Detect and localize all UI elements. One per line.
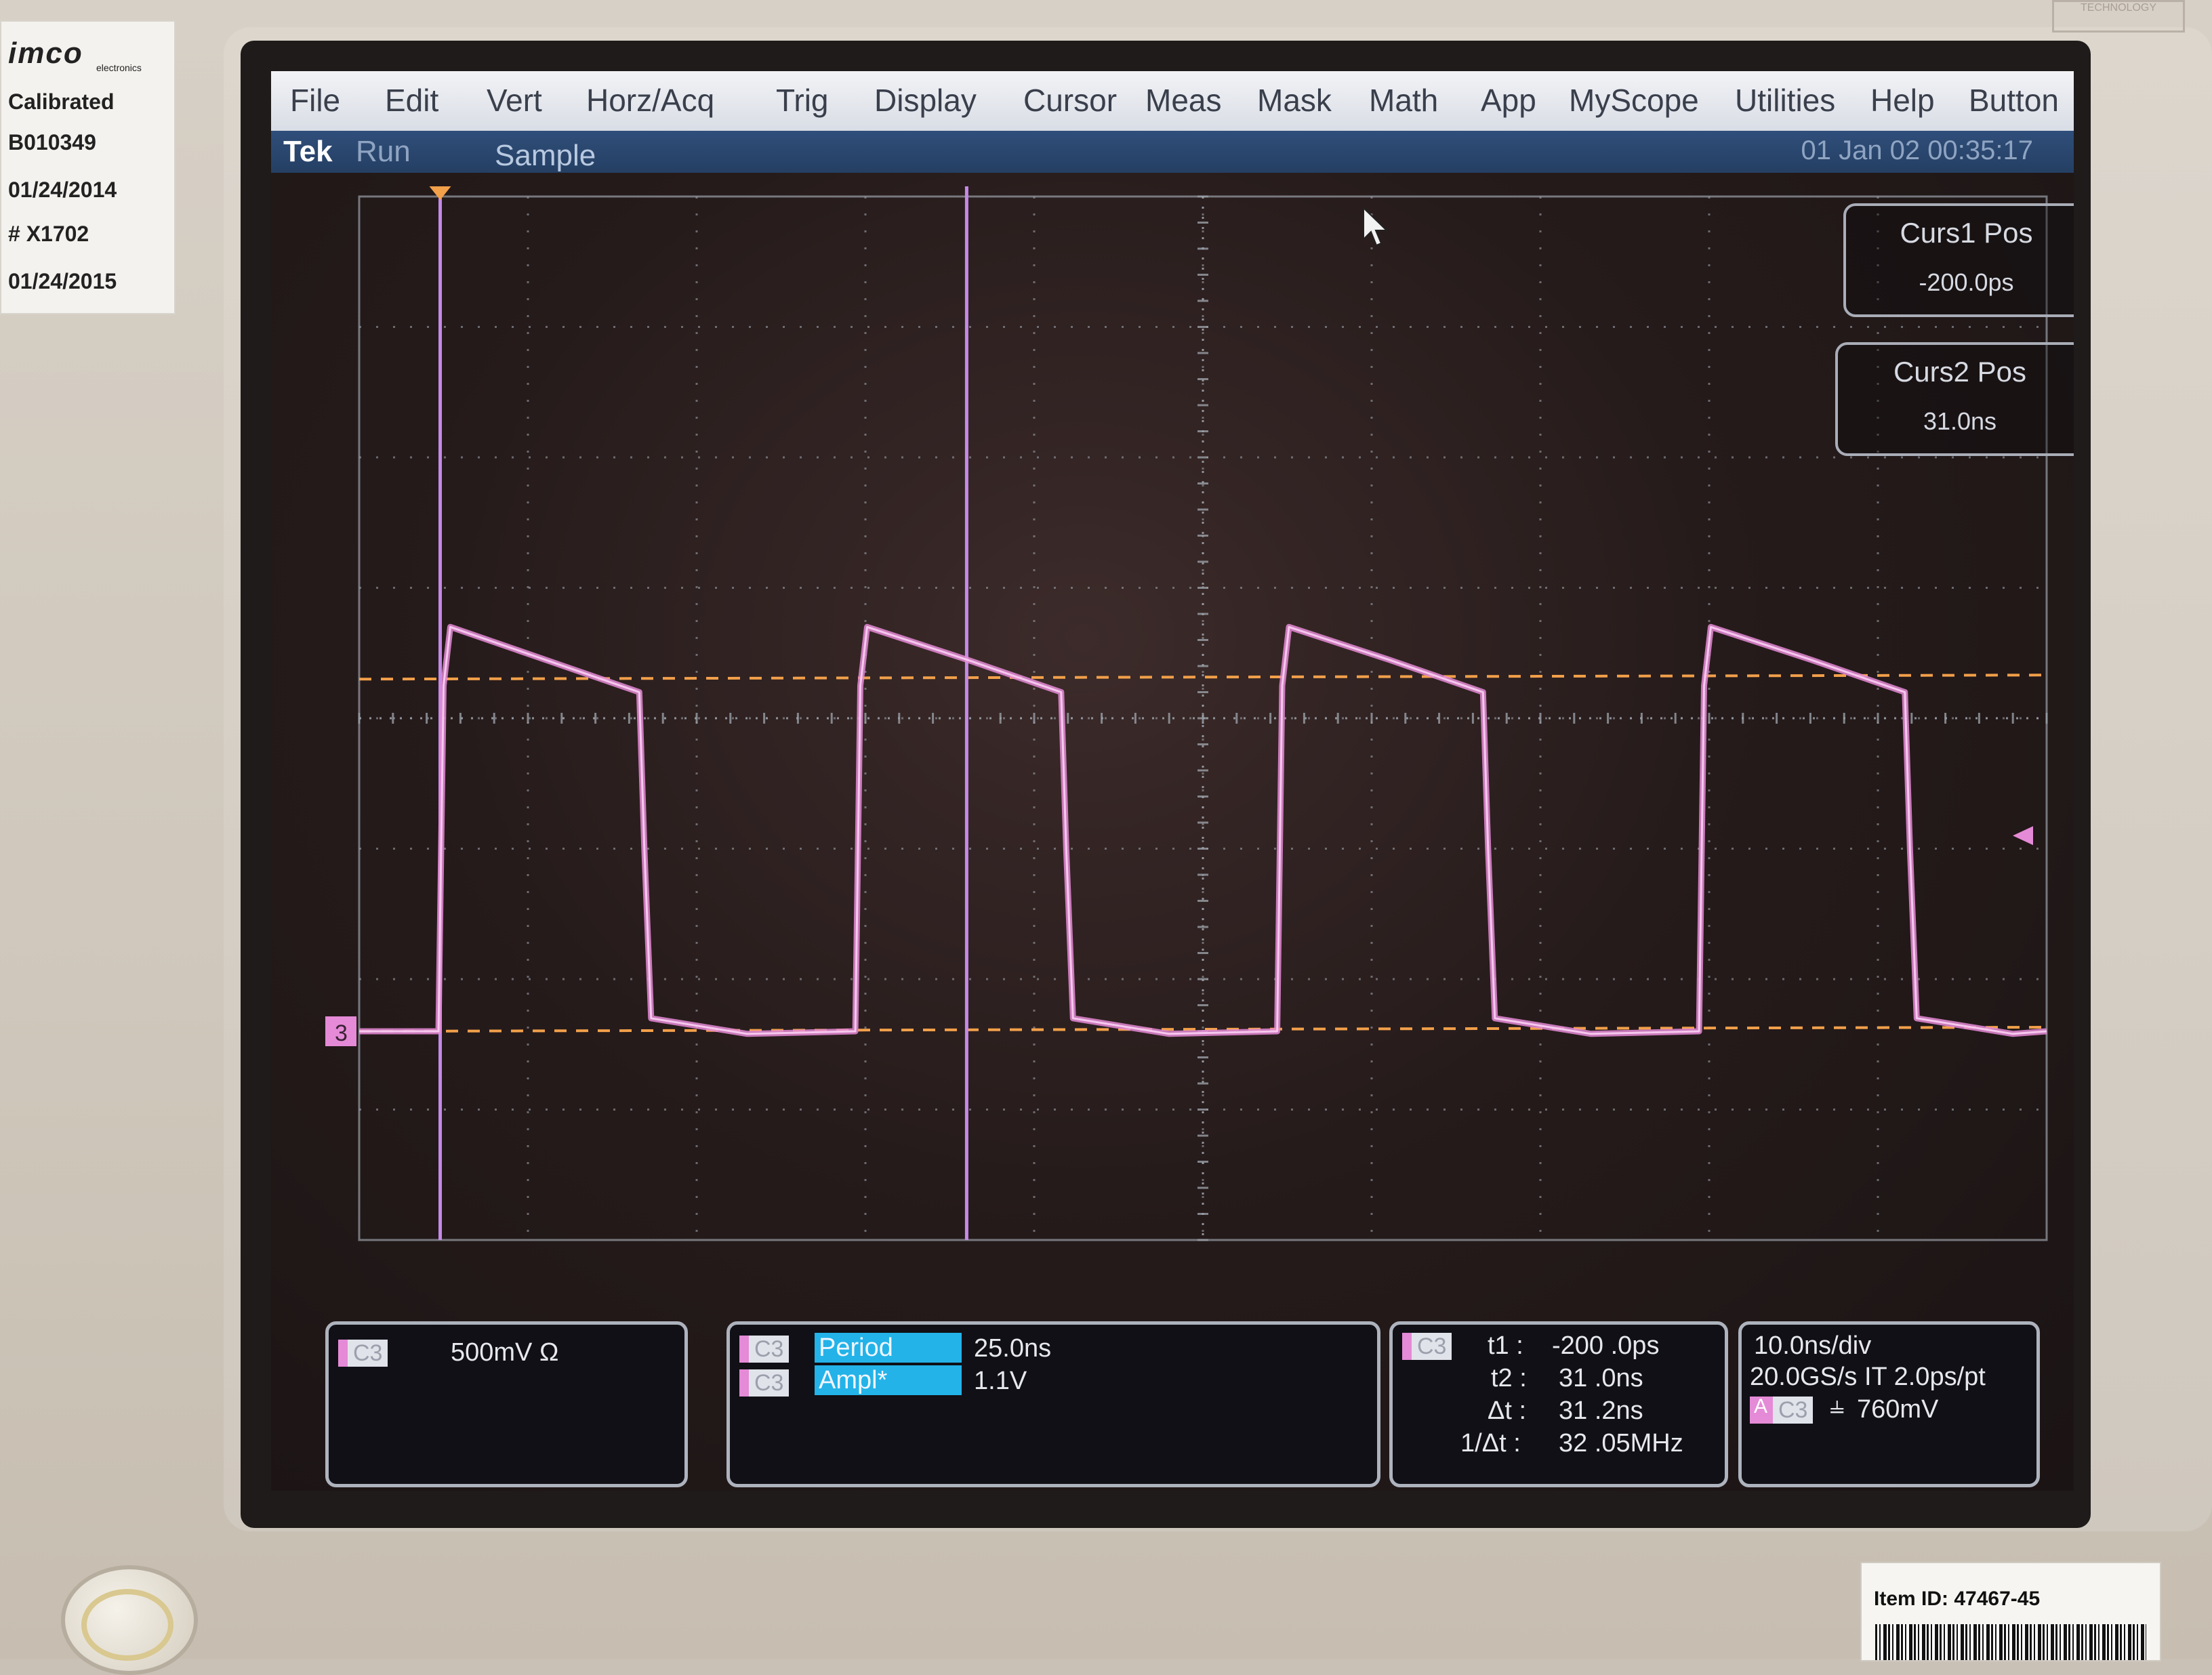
curs2-readout[interactable]: Curs2 Pos 31.0ns [1835, 342, 2074, 456]
trigger-level: 760mV [1857, 1395, 1939, 1424]
menu-edit[interactable]: Edit [385, 82, 438, 119]
menu-mask[interactable]: Mask [1257, 82, 1332, 119]
calibration-sticker: imco electronics Calibrated B010349 01/2… [0, 20, 176, 314]
channel-marker-label: 3 [335, 1020, 348, 1046]
cursor-row-value: 31 .0ns [1559, 1364, 1643, 1392]
timebase-panel[interactable]: 10.0ns/div 20.0GS/s IT 2.0ps/pt C3 A ⫨ 7… [1738, 1321, 2040, 1487]
run-state[interactable]: Run [356, 135, 411, 169]
cursor-readout-panel[interactable]: C3 t1 : -200 .0ps t2 : 31 .0ns Δt : 31 .… [1389, 1321, 1728, 1487]
curs1-value: -200.0ps [1919, 268, 2014, 296]
menu-math[interactable]: Math [1369, 82, 1438, 119]
cursor-chip: C3 [1402, 1333, 1452, 1360]
menu-myscope[interactable]: MyScope [1569, 82, 1699, 119]
sticker-line: Calibrated [8, 89, 115, 114]
cursor-row-value: 31 .2ns [1559, 1397, 1643, 1425]
menu-utilities[interactable]: Utilities [1735, 82, 1835, 119]
menu-cursor[interactable]: Cursor [1023, 82, 1117, 119]
menu-bar: File Edit Vert Horz/Acq Trig Display Cur… [271, 71, 2074, 131]
meas-chip-1: C3 [739, 1336, 790, 1363]
barcode [1875, 1624, 2146, 1660]
corner-logo: TECHNOLOGY [2052, 0, 2185, 33]
trigger-level-arrow-icon [2013, 826, 2033, 846]
menu-help[interactable]: Help [1870, 82, 1935, 119]
trigger-source-prefix: A [1754, 1395, 1768, 1418]
meas-value-ampl: 1.1V [974, 1367, 1027, 1395]
oscilloscope-screen: File Edit Vert Horz/Acq Trig Display Cur… [271, 71, 2074, 1491]
sticker-line: # X1702 [8, 222, 89, 246]
curs2-label: Curs2 Pos [1893, 356, 2027, 388]
menu-meas[interactable]: Meas [1145, 82, 1221, 119]
sample-rate: 20.0GS/s IT 2.0ps/pt [1750, 1363, 1986, 1391]
date-time: 01 Jan 02 00:35:17 [1801, 136, 2033, 165]
menu-display[interactable]: Display [874, 82, 977, 119]
curs1-readout[interactable]: Curs1 Pos -200.0ps [1843, 203, 2074, 317]
item-id-label: Item ID: 47467-45 [1860, 1562, 2161, 1661]
meas-name-period[interactable]: Period [815, 1333, 962, 1363]
menu-file[interactable]: File [290, 82, 340, 119]
sticker-brand-sub: electronics [96, 62, 142, 73]
cursor-row-label: 1/Δt : [1460, 1429, 1521, 1457]
channel-chip: C3 [338, 1340, 388, 1367]
rising-edge-icon: ⫨ [1830, 1391, 1845, 1420]
cursor-row-label: t1 : [1488, 1331, 1523, 1360]
menu-vert[interactable]: Vert [487, 82, 542, 119]
tek-logo: Tek [283, 135, 333, 168]
curs1-label: Curs1 Pos [1900, 217, 2033, 249]
timebase-scale: 10.0ns/div [1754, 1331, 1872, 1360]
sticker-line: B010349 [8, 130, 96, 154]
measurement-panel[interactable]: C3 Period 25.0ns C3 Ampl* 1.1V [726, 1321, 1380, 1487]
trigger-position-marker [429, 186, 451, 200]
channel-panel[interactable]: C3 500mV Ω [325, 1321, 688, 1487]
sticker-line: 01/24/2015 [8, 269, 117, 293]
cursor-row-value: -200 .0ps [1552, 1331, 1660, 1360]
sticker-line: 01/24/2014 [8, 178, 117, 202]
knob-ring [81, 1589, 173, 1661]
acquisition-mode[interactable]: Sample [495, 139, 596, 173]
sticker-brand: imco [8, 37, 83, 70]
mouse-pointer-icon [1363, 207, 1389, 247]
menu-trig[interactable]: Trig [776, 82, 829, 119]
cursor-row-label: t2 : [1491, 1364, 1527, 1392]
menu-horz-acq[interactable]: Horz/Acq [586, 82, 714, 119]
meas-name-ampl[interactable]: Ampl* [815, 1365, 962, 1395]
curs2-value: 31.0ns [1923, 407, 1997, 435]
channel-scale: 500mV Ω [451, 1338, 559, 1367]
cursor-row-value: 32 .05MHz [1559, 1429, 1683, 1457]
cursor-row-label: Δt : [1488, 1397, 1527, 1425]
menu-app[interactable]: App [1481, 82, 1536, 119]
waveform-graticule[interactable]: 3 [325, 186, 2074, 1298]
meas-chip-2: C3 [739, 1369, 790, 1397]
item-id-text: Item ID: 47467-45 [1874, 1588, 2041, 1610]
menu-button[interactable]: Button [1969, 82, 2059, 119]
meas-value-period: 25.0ns [974, 1334, 1052, 1363]
